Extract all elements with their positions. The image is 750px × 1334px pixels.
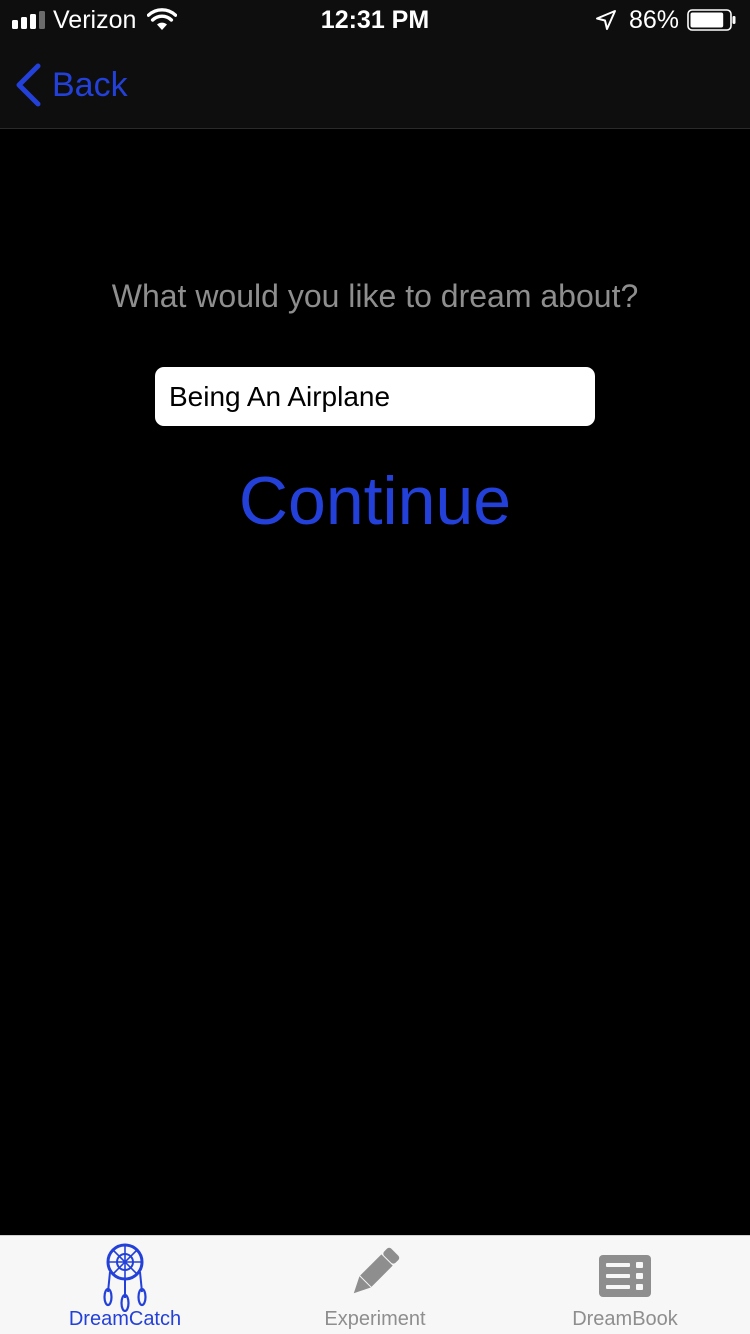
- navigation-bar: Back: [0, 40, 750, 129]
- tab-dreamcatch[interactable]: DreamCatch: [0, 1236, 250, 1334]
- tab-label-dreamcatch: DreamCatch: [68, 1308, 182, 1330]
- tab-label-dreambook: DreamBook: [572, 1308, 678, 1330]
- dreamcatcher-icon: [103, 1243, 147, 1312]
- dream-prompt: What would you like to dream about?: [111, 278, 639, 314]
- location-arrow-icon: [596, 10, 616, 30]
- list-book-icon: [599, 1255, 651, 1297]
- dream-topic-input[interactable]: [155, 367, 595, 426]
- tab-experiment[interactable]: Experiment: [250, 1236, 500, 1334]
- back-button[interactable]: Back: [14, 62, 128, 108]
- battery-icon: [687, 9, 736, 31]
- tab-bar: DreamCatch Experiment DreamBook: [0, 1235, 750, 1334]
- app-screen: Verizon 12:31 PM 86% Back What would you…: [0, 0, 750, 1334]
- battery-percent: 86%: [629, 6, 680, 34]
- back-label: Back: [52, 65, 128, 104]
- continue-button[interactable]: Continue: [175, 458, 575, 544]
- status-bar: Verizon 12:31 PM 86%: [0, 0, 750, 40]
- tab-dreambook[interactable]: DreamBook: [500, 1236, 750, 1334]
- tab-label-experiment: Experiment: [324, 1308, 426, 1330]
- chevron-left-icon: [16, 63, 41, 107]
- pen-icon: [353, 1247, 400, 1294]
